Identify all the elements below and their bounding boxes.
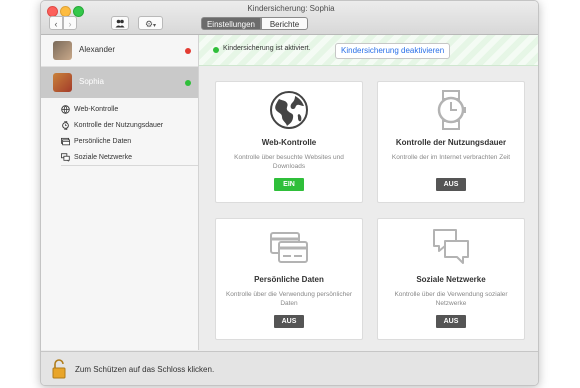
chevron-down-icon: ▾ <box>153 23 157 29</box>
card-description: Kontrolle über die Verwendung sozialer N… <box>394 291 508 307</box>
card-description: Kontrolle über die Verwendung persönlich… <box>225 291 353 307</box>
chevron-left-icon: ‹ <box>54 19 58 29</box>
toggle-button[interactable]: EIN <box>274 178 304 191</box>
main-content: Kindersicherung ist aktiviert. Kindersic… <box>199 35 538 350</box>
card-title: Persönliche Daten <box>254 275 324 284</box>
users-button[interactable] <box>111 16 129 30</box>
back-button[interactable]: ‹ <box>49 16 63 30</box>
window-title: Kindersicherung: Sophia <box>247 4 335 13</box>
chat-bubbles-icon <box>433 229 469 264</box>
settings-menu-button[interactable]: ⚙▾ <box>138 16 163 30</box>
title-bar: Kindersicherung: Sophia ‹ › ⚙▾ Einstellu… <box>41 1 538 35</box>
sidebar-item-persoenliche-daten[interactable]: Persönliche Daten <box>61 135 131 148</box>
avatar <box>53 41 72 60</box>
toggle-button[interactable]: AUS <box>274 315 304 328</box>
sidebar-item-nutzungsdauer[interactable]: Kontrolle der Nutzungsdauer <box>61 119 163 132</box>
chat-bubbles-icon <box>61 152 70 162</box>
lock-hint-text: Zum Schützen auf das Schloss klicken. <box>75 365 215 374</box>
card-description: Kontrolle über besuchte Websites und Dow… <box>234 154 344 170</box>
lock-icon[interactable] <box>51 359 67 379</box>
feature-card-web-kontrolle[interactable]: Web-Kontrolle Kontrolle über besuchte We… <box>215 81 363 203</box>
card-title: Web-Kontrolle <box>261 138 317 147</box>
status-text: Kindersicherung ist aktiviert. <box>223 45 311 52</box>
tab-settings[interactable]: Einstellungen <box>201 17 261 30</box>
gear-icon: ⚙ <box>144 19 154 29</box>
sidebar-item-label: Persönliche Daten <box>74 138 132 145</box>
sidebar-item-label: Web-Kontrolle <box>74 106 119 113</box>
sidebar-item-web-kontrolle[interactable]: Web-Kontrolle <box>61 103 118 116</box>
sidebar-child-sophia[interactable]: Sophia <box>41 67 198 98</box>
status-dot <box>185 48 191 54</box>
watch-icon <box>62 120 69 130</box>
feature-card-soziale-netzwerke[interactable]: Soziale Netzwerke Kontrolle über die Ver… <box>377 218 525 340</box>
toggle-button[interactable]: AUS <box>436 315 466 328</box>
sidebar-item-soziale-netzwerke[interactable]: Soziale Netzwerke <box>61 151 132 164</box>
tab-reports[interactable]: Berichte <box>261 17 308 30</box>
chevron-right-icon: › <box>68 19 72 29</box>
avatar <box>53 73 72 92</box>
card-description: Kontrolle der im Internet verbrachten Ze… <box>391 154 511 161</box>
users-icon <box>115 19 125 28</box>
status-banner: Kindersicherung ist aktiviert. Kindersic… <box>199 35 538 66</box>
child-name: Alexander <box>79 45 116 54</box>
credit-card-icon <box>61 137 70 145</box>
sidebar-item-label: Kontrolle der Nutzungsdauer <box>74 122 164 129</box>
watch-icon <box>437 90 466 130</box>
globe-icon <box>61 104 70 114</box>
status-dot <box>185 80 191 86</box>
sidebar: Alexander Sophia Web-Kontrolle Kontrolle… <box>41 35 199 350</box>
sidebar-item-label: Soziale Netzwerke <box>74 154 132 161</box>
toggle-button[interactable]: AUS <box>436 178 466 191</box>
card-title: Kontrolle der Nutzungsdauer <box>395 138 507 147</box>
sidebar-divider <box>61 165 198 166</box>
globe-icon <box>270 91 308 129</box>
child-name: Sophia <box>79 77 104 86</box>
status-dot <box>213 47 219 53</box>
card-title: Soziale Netzwerke <box>416 275 486 284</box>
forward-button[interactable]: › <box>63 16 77 30</box>
feature-card-nutzungsdauer[interactable]: Kontrolle der Nutzungsdauer Kontrolle de… <box>377 81 525 203</box>
feature-card-persoenliche-daten[interactable]: Persönliche Daten Kontrolle über die Ver… <box>215 218 363 340</box>
app-window: Kindersicherung: Sophia ‹ › ⚙▾ Einstellu… <box>40 0 539 386</box>
footer-bar: Zum Schützen auf das Schloss klicken. <box>41 351 538 385</box>
deactivate-button[interactable]: Kindersicherung deaktivieren <box>335 43 451 59</box>
credit-card-icon <box>270 232 308 263</box>
sidebar-child-alexander[interactable]: Alexander <box>41 35 198 67</box>
